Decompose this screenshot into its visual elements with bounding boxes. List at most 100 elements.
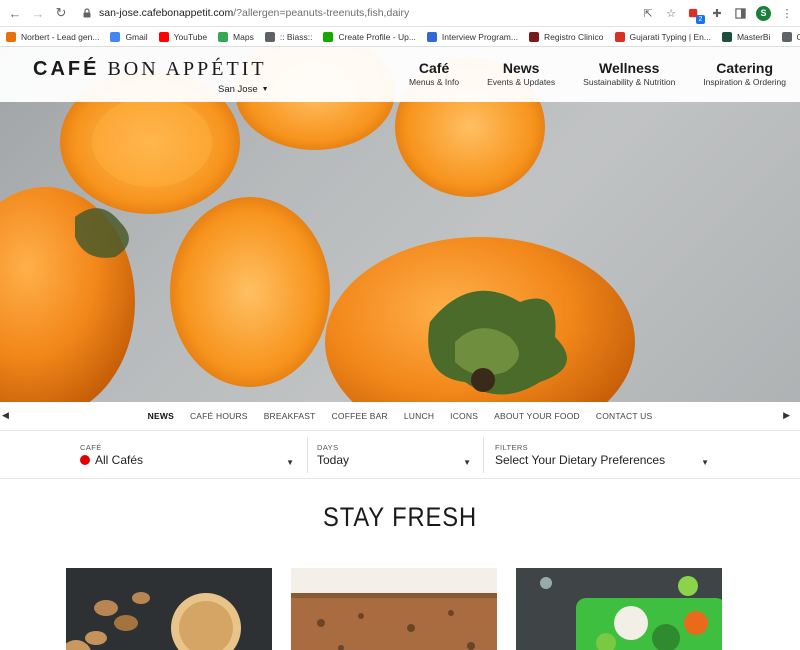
dropdown-caret-icon: ▼: [463, 458, 471, 467]
bookmark-item[interactable]: YouTube: [158, 31, 208, 42]
puzzle-icon[interactable]: ✚: [710, 6, 724, 20]
bookmark-item[interactable]: Create Profile - Up...: [323, 31, 416, 42]
nav-news[interactable]: News Events & Updates: [473, 60, 569, 88]
dietary-filter[interactable]: FILTERS Select Your Dietary Preferences …: [487, 431, 717, 479]
menu-icon[interactable]: ⋮: [780, 6, 794, 20]
news-card-image[interactable]: [291, 568, 497, 650]
news-card-image[interactable]: [66, 568, 272, 650]
nav-wellness[interactable]: Wellness Sustainability & Nutrition: [569, 60, 689, 88]
nav-subtitle: Sustainability & Nutrition: [583, 77, 676, 87]
subnav-breakfast[interactable]: BREAKFAST: [264, 411, 316, 421]
filter-bar: CAFÉ All Cafés ▼ DAYS Today ▼ FILTERS Se…: [0, 431, 800, 479]
bookmark-label: MasterBi: [736, 31, 771, 42]
bookmark-item[interactable]: Interview Program...: [426, 31, 518, 42]
lock-icon: [83, 8, 91, 18]
globe-icon: [264, 31, 275, 42]
bookmark-item[interactable]: :: Biass::: [264, 31, 313, 42]
subnav-cafe-hours[interactable]: CAFÉ HOURS: [190, 411, 248, 421]
address-bar[interactable]: san-jose.cafebonappetit.com/?allergen=pe…: [75, 3, 641, 24]
dropdown-caret-icon: ▼: [701, 458, 709, 467]
subnav-coffee-bar[interactable]: COFFEE BAR: [332, 411, 388, 421]
bookmark-label: Order Refund: [797, 32, 800, 42]
bookmark-label: Norbert - Lead gen...: [21, 31, 100, 42]
youtube-icon: [158, 31, 169, 42]
dietary-filter-value: Select Your Dietary Preferences: [495, 453, 666, 467]
nav-title: Café: [418, 60, 450, 76]
back-icon[interactable]: ←: [6, 4, 24, 22]
days-filter-label: DAYS: [317, 443, 339, 452]
divider: [483, 437, 484, 473]
bookmark-item[interactable]: Maps: [218, 31, 254, 42]
reload-icon[interactable]: ↻: [52, 4, 70, 22]
url-host: san-jose.cafebonappetit.com: [99, 7, 234, 19]
nav-subtitle: Events & Updates: [487, 77, 556, 87]
caret-down-icon: ▼: [261, 86, 269, 93]
subnav-lunch[interactable]: LUNCH: [404, 411, 434, 421]
upwork-icon: [323, 31, 334, 42]
bread-image: [291, 568, 497, 650]
news-card-image[interactable]: [516, 568, 722, 650]
bookmark-item[interactable]: Gujarati Typing | En...: [614, 31, 711, 42]
nav-title: Wellness: [599, 60, 660, 76]
google-icon: [110, 31, 121, 42]
subnav-icons[interactable]: ICONS: [450, 411, 478, 421]
bookmark-item[interactable]: Norbert - Lead gen...: [6, 31, 100, 42]
divider: [307, 437, 308, 473]
bookmark-item[interactable]: Registro Clinico: [528, 31, 604, 42]
cafe-filter[interactable]: CAFÉ All Cafés ▼: [72, 431, 302, 479]
sub-nav: ◀ NEWS CAFÉ HOURS BREAKFAST COFFEE BAR L…: [0, 402, 800, 431]
cafe-filter-label: CAFÉ: [80, 443, 102, 452]
scroll-left-icon[interactable]: ◀: [2, 410, 9, 421]
forward-icon[interactable]: →: [29, 4, 47, 22]
section-title: STAY FRESH: [322, 502, 478, 532]
bookmark-label: Gujarati Typing | En...: [629, 31, 711, 42]
nav-subtitle: Inspiration & Ordering: [703, 77, 786, 87]
scroll-right-icon[interactable]: ▶: [783, 410, 790, 421]
subnav-about-your-food[interactable]: ABOUT YOUR FOOD: [494, 411, 580, 421]
bookmarks-bar: Norbert - Lead gen... Gmail YouTube Maps:: …: [0, 27, 800, 47]
share-icon[interactable]: ⇱: [641, 6, 655, 20]
vegetables-image: [516, 568, 722, 650]
typing-icon: [614, 31, 625, 42]
nav-cafe[interactable]: Café Menus & Info: [395, 60, 473, 88]
star-icon[interactable]: ☆: [664, 6, 678, 20]
registro-icon: [528, 31, 539, 42]
browser-toolbar: ← → ↻ san-jose.cafebonappetit.com/?aller…: [0, 0, 800, 27]
location-selector[interactable]: San Jose ▼: [218, 84, 269, 95]
extension-badge: 2: [696, 15, 705, 24]
globe-icon: [781, 31, 792, 42]
sidepanel-icon[interactable]: [733, 6, 747, 20]
bookmark-label: YouTube: [173, 31, 208, 42]
bookmark-label: :: Biass::: [279, 31, 313, 42]
dietary-filter-label: FILTERS: [495, 443, 529, 452]
extension-icon[interactable]: 2: [687, 6, 705, 24]
masterbi-icon: [721, 31, 732, 42]
logo-rest: BON APPÉTIT: [99, 58, 267, 80]
bookmark-label: Interview Program...: [441, 31, 518, 42]
bookmark-item[interactable]: Order Refund: [781, 31, 800, 42]
bookmark-label: Create Profile - Up...: [338, 31, 416, 42]
bookmark-label: Registro Clinico: [543, 31, 604, 42]
url-path: /?allergen=peanuts-treenuts,fish,dairy: [233, 7, 410, 19]
logo-bold: CAFÉ: [33, 58, 100, 80]
profile-avatar[interactable]: S: [756, 5, 771, 21]
subnav-news[interactable]: NEWS: [148, 411, 174, 421]
site-header: CAFÉ BON APPÉTIT San Jose ▼ Café Menus & I…: [0, 47, 800, 102]
nav-title: Catering: [716, 60, 774, 76]
days-filter-value: Today: [317, 453, 350, 467]
days-filter[interactable]: DAYS Today ▼: [309, 431, 479, 479]
dropdown-caret-icon: ▼: [286, 458, 294, 467]
red-dot-icon: [80, 455, 90, 465]
nav-catering[interactable]: Catering Inspiration & Ordering: [689, 60, 800, 88]
bookmark-item[interactable]: MasterBi: [721, 31, 771, 42]
bookmark-item[interactable]: Gmail: [110, 31, 148, 42]
location-label: San Jose: [218, 84, 258, 95]
bookmark-label: Gmail: [125, 31, 148, 42]
cafe-bon-appetit-logo[interactable]: CAFÉ BON APPÉTIT: [33, 58, 267, 81]
docs-icon: [426, 31, 437, 42]
subnav-contact-us[interactable]: CONTACT US: [596, 411, 652, 421]
nav-title: News: [502, 60, 540, 76]
nuts-image: [66, 568, 272, 650]
cafe-filter-value: All Cafés: [95, 453, 144, 467]
maps-icon: [218, 31, 229, 42]
